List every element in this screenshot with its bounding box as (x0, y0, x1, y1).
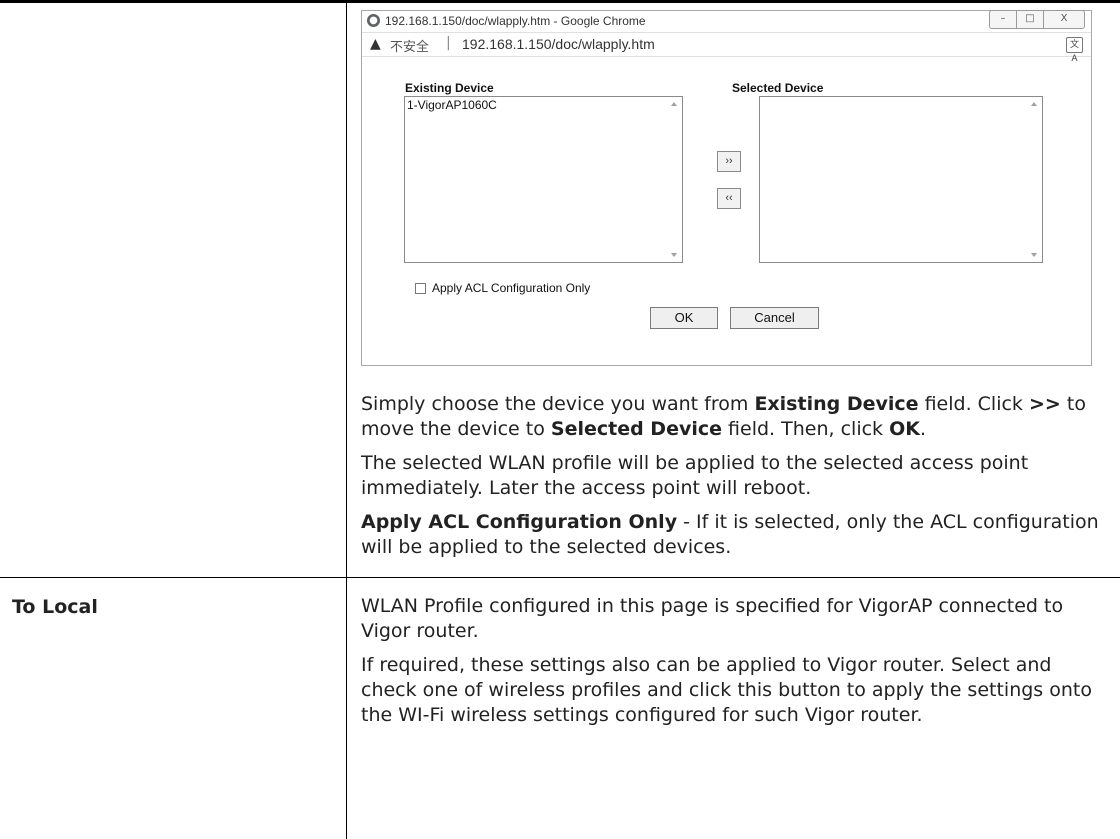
move-right-button[interactable]: ›› (717, 151, 741, 172)
text-run: . (919, 418, 927, 440)
text-run-bold: >> (1028, 393, 1061, 415)
window-controls: – □ X (989, 10, 1085, 29)
selected-device-label: Selected Device (732, 81, 824, 95)
existing-device-label: Existing Device (405, 81, 494, 95)
table-row-divider (0, 577, 1120, 578)
scroll-down-arrow-icon[interactable] (671, 253, 677, 257)
selected-device-list[interactable] (759, 96, 1043, 263)
text-run: field. Click (918, 393, 1029, 415)
scroll-up-arrow-icon[interactable] (1031, 102, 1037, 106)
to-local-label: To Local (12, 596, 98, 618)
acl-only-checkbox[interactable] (415, 283, 426, 294)
address-url[interactable]: 192.168.1.150/doc/wlapply.htm (462, 36, 655, 52)
instruction-paragraph: Simply choose the device you want from E… (361, 392, 1106, 442)
to-local-paragraph-1: WLAN Profile configured in this page is … (361, 595, 1064, 642)
list-scrollbar[interactable] (667, 97, 682, 262)
address-separator: | (446, 35, 451, 51)
minimize-button[interactable]: – (989, 10, 1017, 29)
table-top-border (0, 0, 1120, 3)
text-run-bold: Selected Device (550, 418, 723, 440)
window-titlebar: ● 192.168.1.150/doc/wlapply.htm - Google… (362, 10, 1091, 32)
close-button[interactable]: X (1043, 10, 1085, 29)
list-scrollbar[interactable] (1027, 97, 1042, 262)
text-run: Simply choose the device you want from (361, 393, 755, 415)
to-local-paragraph-2: If required, these settings also can be … (361, 654, 1092, 726)
acl-paragraph: Apply ACL Configuration Only - If it is … (361, 510, 1106, 560)
window-title: 192.168.1.150/doc/wlapply.htm - Google C… (385, 14, 646, 28)
browser-popup-window: ● 192.168.1.150/doc/wlapply.htm - Google… (361, 10, 1092, 366)
translate-icon[interactable]: 文A (1066, 37, 1083, 64)
list-item[interactable]: 1-VigorAP1060C (407, 98, 497, 112)
text-run-bold: Apply ACL Configuration Only (361, 511, 678, 533)
ok-button[interactable]: OK (650, 307, 718, 329)
move-left-button[interactable]: ‹‹ (717, 188, 741, 209)
text-run-bold: Existing Device (754, 393, 919, 415)
security-status: 不安全 (390, 40, 430, 55)
scroll-down-arrow-icon[interactable] (1031, 253, 1037, 257)
text-run-bold: OK (889, 418, 920, 440)
to-local-description: WLAN Profile configured in this page is … (361, 594, 1106, 728)
chrome-globe-icon: ● (367, 14, 380, 27)
existing-device-list[interactable]: 1-VigorAP1060C (404, 96, 683, 263)
scroll-up-arrow-icon[interactable] (671, 102, 677, 106)
cancel-button[interactable]: Cancel (730, 307, 819, 329)
apply-paragraph: The selected WLAN profile will be applie… (361, 452, 1029, 499)
maximize-button[interactable]: □ (1016, 10, 1044, 29)
acl-only-checkbox-label: Apply ACL Configuration Only (432, 281, 591, 295)
upper-description: Simply choose the device you want from E… (361, 392, 1106, 560)
text-run: field. Then, click (722, 418, 890, 440)
address-bar[interactable]: ▲ 不安全 | 192.168.1.150/doc/wlapply.htm 文A (362, 32, 1091, 64)
warning-icon: ▲ (370, 36, 381, 52)
table-column-divider (346, 0, 347, 839)
